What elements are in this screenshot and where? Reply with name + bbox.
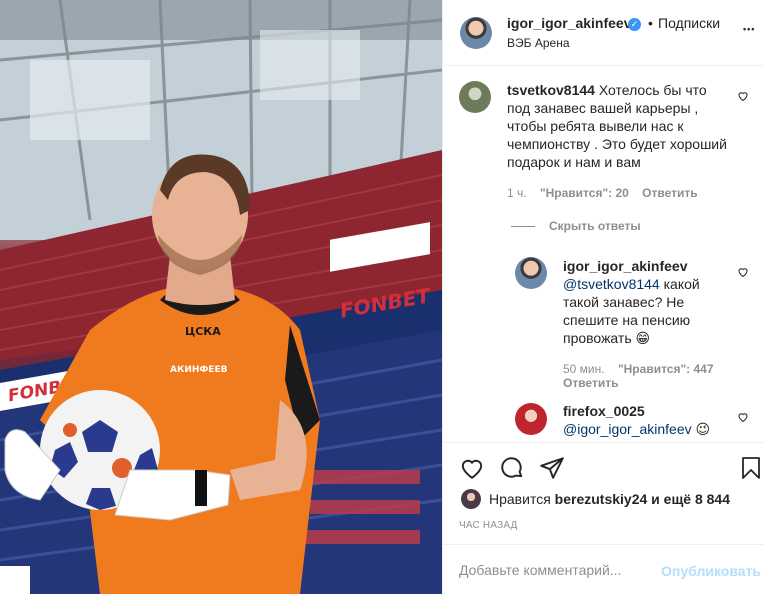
header-separator: • <box>648 15 653 31</box>
owner-avatar[interactable] <box>460 17 492 49</box>
comment-likes[interactable]: "Нравится": 20 <box>540 186 629 200</box>
reply-time: 50 мин. <box>563 362 605 376</box>
liked-by-count[interactable]: и ещё 8 844 <box>651 491 730 507</box>
post-header: igor_igor_akinfeev ✓ • Подписки ВЭБ Арен… <box>443 0 764 66</box>
comment-reply-button[interactable]: Ответить <box>642 186 697 200</box>
reply2-body: firefox_0025 @igor_igor_akinfeev 😉 <box>563 402 733 440</box>
reply-meta: 50 мин. "Нравится": 447 <box>563 362 724 376</box>
hide-replies-line <box>511 226 535 227</box>
instagram-post: FONBET FONBET ЦСКА АКИНФЕЕВ igor_igor_ak… <box>0 0 764 594</box>
owner-username[interactable]: igor_igor_akinfeev <box>507 15 632 31</box>
liked-by-prefix: Нравится <box>489 491 551 507</box>
heart-icon[interactable] <box>459 455 485 481</box>
post-time[interactable]: ЧАС НАЗАД <box>459 520 518 531</box>
reply-reply-button[interactable]: Ответить <box>563 376 618 390</box>
reply2-like-heart-icon[interactable] <box>737 411 749 423</box>
reply-avatar[interactable] <box>515 257 547 289</box>
comment-body: tsvetkov8144 Хотелось бы что под занавес… <box>507 81 733 171</box>
reply2-username[interactable]: firefox_0025 <box>563 403 645 419</box>
reply2-mention[interactable]: @igor_igor_akinfeev <box>563 421 692 437</box>
comment-meta: 1 ч. "Нравится": 20 Ответить <box>507 186 708 200</box>
comment-username[interactable]: tsvetkov8144 <box>507 82 595 98</box>
reply-meta-reply: Ответить <box>563 376 628 390</box>
comment-like-heart-icon[interactable] <box>737 90 749 102</box>
reply2-text: 😉 <box>691 421 711 437</box>
shirt-name-text: АКИНФЕЕВ <box>170 365 228 375</box>
photo-illustration: FONBET FONBET ЦСКА АКИНФЕЕВ <box>0 0 442 594</box>
reply-like-heart-icon[interactable] <box>737 266 749 278</box>
comment-icon[interactable] <box>499 455 525 481</box>
reply-mention[interactable]: @tsvetkov8144 <box>563 276 660 292</box>
reply-body: igor_igor_akinfeev @tsvetkov8144 какой т… <box>563 257 733 347</box>
liked-by-line: Нравится berezutskiy24 и ещё 8 844 <box>489 491 730 507</box>
liker-avatar[interactable] <box>461 489 481 509</box>
hide-replies-button[interactable]: Скрыть ответы <box>549 219 641 233</box>
commenter-avatar[interactable] <box>459 81 491 113</box>
reply-username[interactable]: igor_igor_akinfeev <box>563 258 688 274</box>
bookmark-icon[interactable] <box>739 455 763 481</box>
comment-input[interactable] <box>459 560 659 580</box>
share-icon[interactable] <box>539 455 565 481</box>
reply2-avatar[interactable] <box>515 403 547 435</box>
comment-time: 1 ч. <box>507 186 527 200</box>
add-comment-bar: Опубликовать <box>443 544 764 594</box>
post-side-panel: igor_igor_akinfeev ✓ • Подписки ВЭБ Арен… <box>442 0 764 594</box>
more-options-icon[interactable]: ••• <box>743 24 755 34</box>
verified-badge-icon: ✓ <box>628 18 641 31</box>
post-photo[interactable]: FONBET FONBET ЦСКА АКИНФЕЕВ <box>0 0 442 594</box>
publish-button[interactable]: Опубликовать <box>661 563 761 579</box>
shirt-club-text: ЦСКА <box>185 325 221 338</box>
liked-by-user[interactable]: berezutskiy24 <box>555 491 648 507</box>
following-button[interactable]: Подписки <box>658 15 720 31</box>
post-location[interactable]: ВЭБ Арена <box>507 36 570 50</box>
reply-likes[interactable]: "Нравится": 447 <box>618 362 714 376</box>
